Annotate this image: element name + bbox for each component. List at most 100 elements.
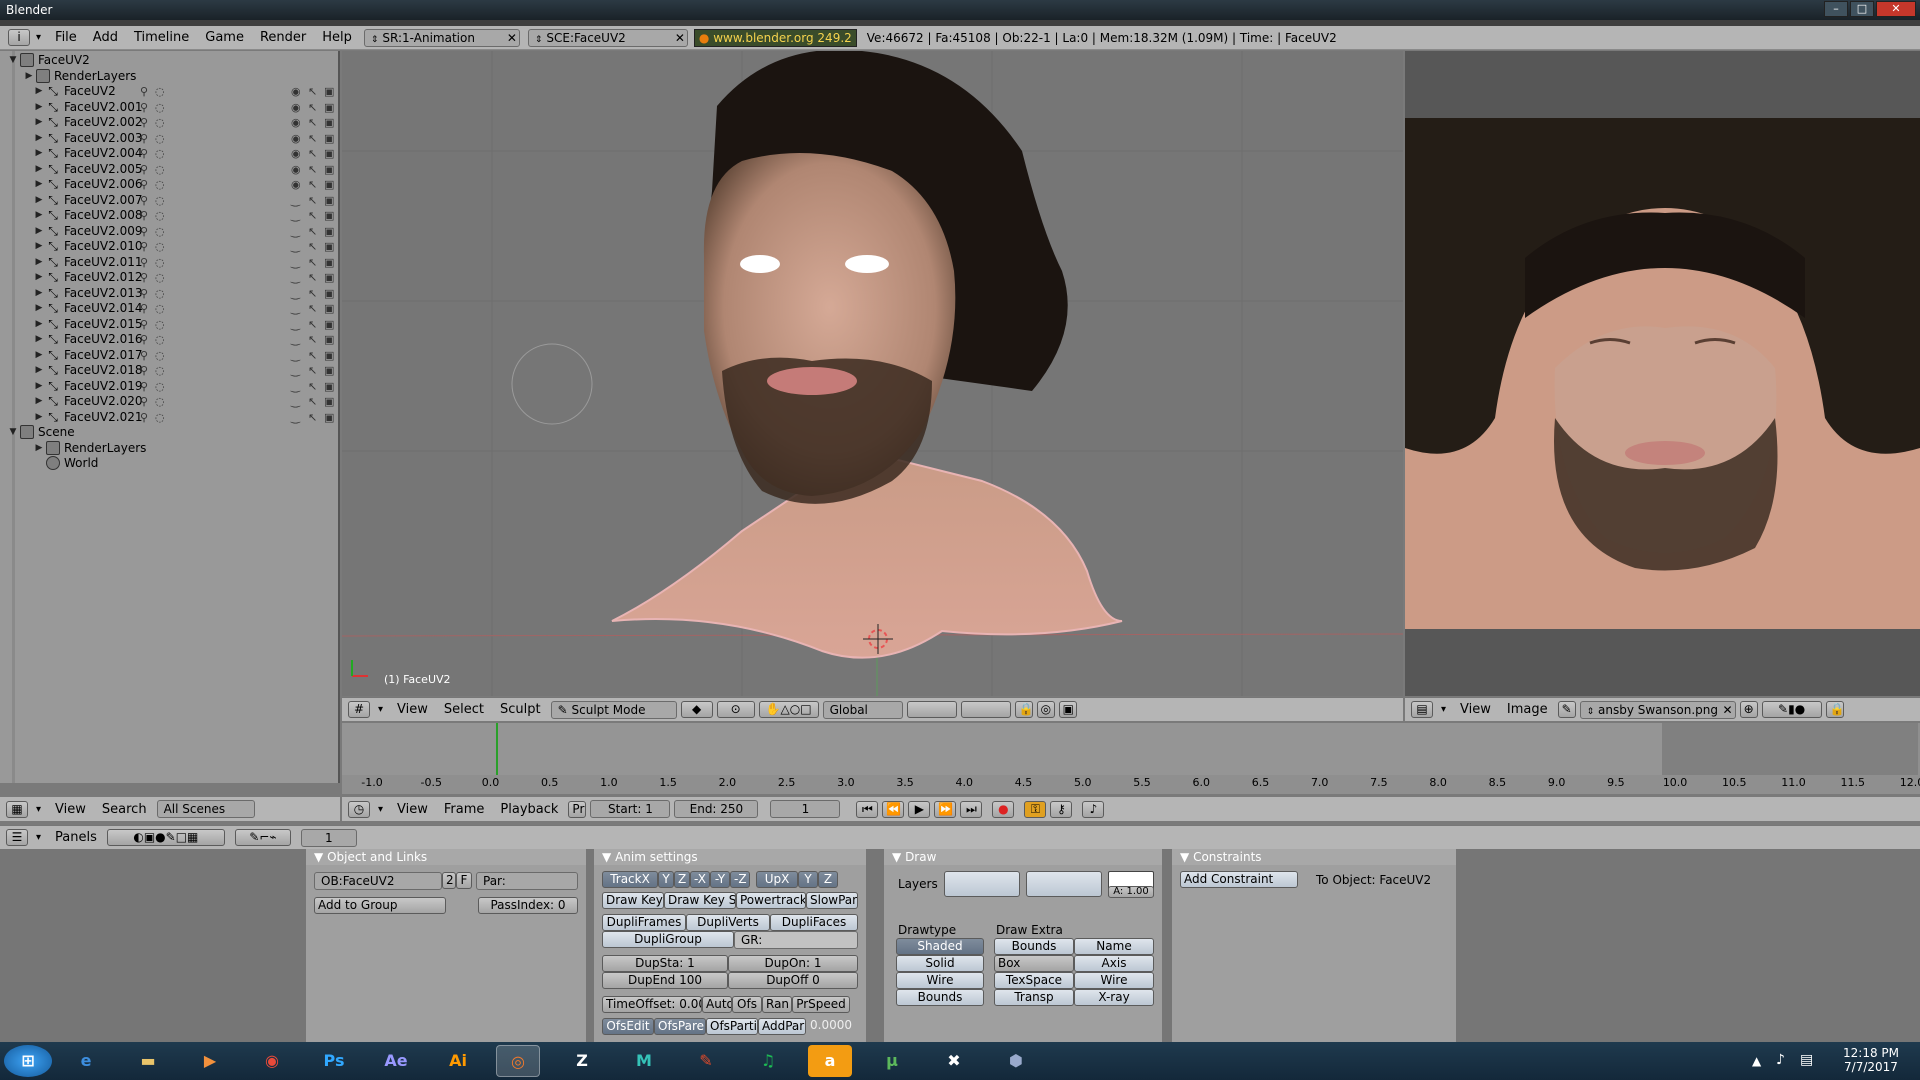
uv-texture-image[interactable] [1405, 118, 1920, 629]
track-y-button[interactable]: Y [658, 871, 674, 888]
pin-icon[interactable]: ⊕ [1739, 701, 1758, 718]
3d-viewport[interactable]: (1) FaceUV2 [342, 51, 1403, 696]
extra-transp[interactable]: Transp [994, 989, 1074, 1006]
scene-selector[interactable]: ⇕ SCE:FaceUV2 ✕ [527, 28, 688, 47]
spotify-icon[interactable]: ♫ [746, 1045, 790, 1077]
virtualbox-icon[interactable]: ⬢ [994, 1045, 1038, 1077]
panel-collapse-icon[interactable]: ▼ [602, 850, 611, 864]
chevron-down-icon[interactable]: ▾ [378, 804, 383, 815]
drawtype-bounds[interactable]: Bounds [896, 989, 984, 1006]
menu-help[interactable]: Help [314, 30, 360, 45]
amazon-icon[interactable]: a [808, 1045, 852, 1077]
menu-timeline[interactable]: Timeline [126, 30, 197, 45]
ofsparti-button[interactable]: OfsParti [706, 1018, 758, 1035]
addpar-button[interactable]: AddPar [758, 1018, 806, 1035]
chevron-down-icon[interactable]: ▾ [378, 704, 383, 715]
dupsta-field[interactable]: DupSta: 1 [602, 955, 728, 972]
chrome-icon[interactable]: ◉ [250, 1045, 294, 1077]
dupoff-field[interactable]: DupOff 0 [728, 972, 858, 989]
tray-up-arrow-icon[interactable]: ▲ [1752, 1054, 1761, 1068]
panel-collapse-icon[interactable]: ▼ [1180, 850, 1189, 864]
mode-selector[interactable]: ✎ Sculpt Mode [550, 700, 677, 719]
lock-icon[interactable]: 🔒 [1825, 701, 1844, 718]
track-negy-button[interactable]: -Y [710, 871, 730, 888]
extra-wire[interactable]: Wire [1074, 972, 1154, 989]
dupliframes-button[interactable]: DupliFrames [602, 914, 686, 931]
xsplit-icon[interactable]: ✖ [932, 1045, 976, 1077]
track-negz-button[interactable]: -Z [730, 871, 750, 888]
menu-add[interactable]: Add [85, 30, 126, 45]
ofspare-button[interactable]: OfsPare [654, 1018, 706, 1035]
image-editor-icon[interactable]: ▤ [1411, 701, 1433, 718]
menu-view[interactable]: View [391, 802, 434, 817]
menu-game[interactable]: Game [197, 30, 252, 45]
drawtype-wire[interactable]: Wire [896, 972, 984, 989]
maximize-button[interactable]: □ [1850, 1, 1874, 17]
orientation-selector[interactable]: Global [822, 700, 903, 719]
key-icon[interactable]: ⚷ [1050, 800, 1073, 818]
timeline-clock-icon[interactable]: ◷ [348, 800, 370, 818]
menu-view[interactable]: View [49, 802, 92, 817]
jump-start-icon[interactable]: ⏮ [856, 800, 879, 818]
track-x-button[interactable]: TrackX [602, 871, 658, 888]
up-z-button[interactable]: Z [818, 871, 838, 888]
blender-taskbar-icon[interactable]: ◎ [496, 1045, 540, 1077]
up-x-button[interactable]: UpX [756, 871, 798, 888]
image-draw-toggles[interactable]: ✎▮● [1761, 701, 1822, 718]
render-icon[interactable]: ▣ [1058, 701, 1077, 718]
track-z-button[interactable]: Z [674, 871, 690, 888]
photoshop-icon[interactable]: Ps [312, 1045, 356, 1077]
timeoffset-field[interactable]: TimeOffset: 0.00 [602, 996, 702, 1013]
draw-key-button[interactable]: Draw Key [602, 892, 664, 909]
volume-icon[interactable]: ♪ [1776, 1052, 1785, 1068]
parent-field[interactable]: Par: [476, 872, 578, 890]
menu-image[interactable]: Image [1501, 702, 1554, 717]
screen-delete-icon[interactable]: ✕ [507, 30, 517, 46]
menu-playback[interactable]: Playback [494, 802, 564, 817]
preview-range-toggle[interactable]: Pr [568, 800, 587, 818]
paint-icon[interactable]: ✎ [1557, 701, 1576, 718]
timeline-area[interactable]: -1.0 -0.5 0.0 0.5 1.0 1.5 2.0 2.5 3.0 3.5 4.0 4.5 5.… [342, 723, 1920, 794]
fake-user-button[interactable]: F [456, 872, 472, 889]
jump-end-icon[interactable]: ⏭ [960, 800, 983, 818]
extra-name[interactable]: Name [1074, 938, 1154, 955]
dupligroup-button[interactable]: DupliGroup [602, 931, 734, 948]
shading-selector[interactable]: ◆ [680, 701, 713, 718]
play-icon[interactable]: ▶ [908, 800, 931, 818]
menu-frame[interactable]: Frame [438, 802, 491, 817]
object-name-field[interactable]: OB:FaceUV2 [314, 872, 442, 890]
powertrack-button[interactable]: Powertrack [736, 892, 806, 909]
alpha-field[interactable]: A: 1.00 [1108, 886, 1154, 898]
maya-icon[interactable]: M [622, 1045, 666, 1077]
scene-filter-select[interactable]: All Scenes [156, 800, 255, 818]
lock-icon[interactable]: 🔒 [1014, 701, 1033, 718]
screen-selector[interactable]: ⇕ SR:1-Animation ✕ [363, 28, 520, 47]
current-frame-marker[interactable] [496, 723, 498, 775]
pivot-selector[interactable]: ⊙ [716, 701, 755, 718]
current-frame-field[interactable]: 1 [770, 800, 841, 818]
panels-menu[interactable]: Panels [49, 830, 103, 845]
draw-key-sel-button[interactable]: Draw Key S [664, 892, 736, 909]
blender-url-link[interactable]: ● www.blender.org 249.2 [693, 28, 857, 47]
outliner-panel[interactable]: ▼ FaceUV2 ▶ RenderLayers ▶ ⤡ FaceUV2 ⚲ ◌ ◉ ↖ ▣ ▶ ⤡ Fac… [0, 51, 340, 783]
manipulator-toggles[interactable]: ✋△○□ [758, 701, 819, 718]
grid-icon[interactable]: # [348, 701, 370, 718]
image-delete-icon[interactable]: ✕ [1723, 702, 1733, 718]
minimize-button[interactable]: – [1824, 1, 1848, 17]
dupend-field[interactable]: DupEnd 100 [602, 972, 728, 989]
add-constraint-button[interactable]: Add Constraint [1180, 871, 1298, 888]
track-negx-button[interactable]: -X [690, 871, 710, 888]
drawtype-shaded[interactable]: Shaded [896, 938, 984, 955]
prspeed-button[interactable]: PrSpeed [792, 996, 850, 1013]
dupliverts-button[interactable]: DupliVerts [686, 914, 770, 931]
close-button[interactable]: ✕ [1876, 1, 1916, 17]
menu-view[interactable]: View [391, 702, 434, 717]
chevron-down-icon[interactable]: ▾ [36, 804, 41, 815]
context-tabs[interactable]: ◐▣●✎□▦ [106, 829, 225, 846]
duplifaces-button[interactable]: DupliFaces [770, 914, 858, 931]
zbrush-icon[interactable]: Z [560, 1045, 604, 1077]
extra-bounds[interactable]: Bounds [994, 938, 1074, 955]
start-frame-field[interactable]: Start: 1 [590, 800, 671, 818]
record-icon[interactable]: ● [992, 800, 1015, 818]
media-player-icon[interactable]: ▶ [188, 1045, 232, 1077]
